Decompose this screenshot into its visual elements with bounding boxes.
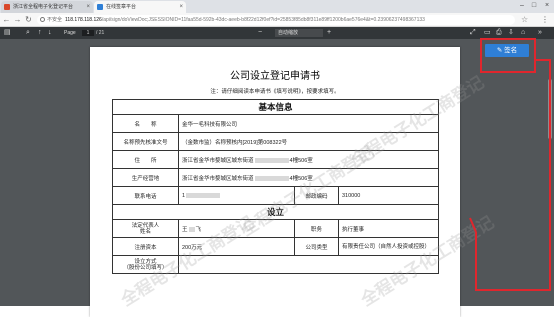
address-bar: ← → ↻ 不安全 118.178.118.126/api/sign/doView…	[0, 13, 554, 27]
capital-label: 注册资本	[112, 237, 179, 256]
zoom-in-icon[interactable]: +	[327, 27, 331, 39]
more-tools-icon[interactable]: »	[538, 27, 542, 39]
business-address-value-a: 浙江省金华市婺城区城东街道	[182, 175, 254, 182]
reload-icon[interactable]: ↻	[24, 13, 33, 26]
company-type-label: 公司类型	[294, 237, 339, 256]
phone-label: 联系电话	[112, 186, 179, 205]
representative-label: 法定代表人 姓名	[112, 219, 179, 238]
representative-value-start: 王	[182, 226, 188, 233]
redaction-block	[186, 192, 221, 198]
forward-icon[interactable]: →	[13, 13, 22, 26]
redaction-block	[254, 157, 289, 163]
document-page: 公司设立登记申请书 注：请仔细阅读本申请书《填写说明》，按要求填写。 基本信息 …	[90, 47, 497, 317]
redaction-block	[188, 226, 195, 232]
favicon-icon	[4, 4, 10, 10]
info-icon[interactable]	[40, 17, 45, 23]
search-icon[interactable]: ⌕	[26, 27, 30, 39]
duty-value: 执行董事	[337, 219, 440, 238]
document-note: 注：请仔细阅读本申请书《填写说明》，按要求填写。	[210, 89, 340, 95]
sign-button-label: 签名	[504, 47, 518, 54]
maximize-icon[interactable]: □	[528, 0, 540, 12]
next-page-icon[interactable]: ↓	[48, 27, 52, 39]
close-tab-icon[interactable]: ×	[179, 1, 183, 13]
zoom-value: 自动缩放	[278, 30, 299, 36]
approval-label: 名称预先核准文号	[112, 132, 179, 151]
table-row: 基本信息	[111, 99, 440, 115]
url-input[interactable]: 不安全 118.178.118.126/api/sign/doViewDoc;JS…	[37, 15, 515, 25]
pdf-viewer[interactable]: 公司设立登记申请书 注：请仔细阅读本申请书《填写说明》，按要求填写。 基本信息 …	[0, 39, 554, 317]
address-value-a: 浙江省金华市婺城区城东街道	[182, 157, 254, 164]
fullscreen-icon[interactable]: ⤢	[470, 27, 476, 39]
url-path: /api/sign/doViewDoc;JSESSIONID=11faa55d-…	[101, 17, 425, 23]
representative-label-line2: 姓名	[139, 228, 151, 235]
security-label: 不安全	[47, 17, 63, 23]
table-row: 注册资本 200万元 公司类型 有限责任公司（自然人投资或控股）	[112, 237, 440, 256]
document-title: 公司设立登记申请书	[230, 71, 320, 82]
page-number-input[interactable]: 1	[82, 30, 94, 36]
phone-value-text: 1	[182, 192, 186, 199]
close-window-icon[interactable]: ×	[541, 0, 553, 12]
favicon-icon	[97, 4, 103, 10]
table-row: 生产经营地 浙江省金华市婺城区城东街道 4幢506室	[112, 168, 440, 187]
sidebar-toggle-icon[interactable]: ▤	[4, 27, 11, 39]
bookmark-star-icon[interactable]: ☆	[521, 13, 528, 26]
pdf-toolbar: ▤ ⌕ ↑ ↓ Page 1 / 21 − 自动缩放 + ⤢ ▭ ⎙ ⇩ ⌂ »	[0, 27, 554, 39]
url-host: 118.178.118.126	[65, 17, 102, 23]
minimize-icon[interactable]: –	[516, 0, 528, 12]
business-address-label: 生产经营地	[112, 168, 179, 187]
address-value-b: 4幢506室	[289, 157, 313, 164]
tab-title: 在线签章平台	[106, 4, 137, 10]
address-label: 住 所	[112, 150, 179, 169]
name-label: 名 称	[112, 114, 179, 133]
zoom-out-icon[interactable]: −	[258, 27, 262, 39]
back-icon[interactable]: ←	[2, 13, 11, 26]
representative-value-end: 飞	[195, 226, 202, 233]
previous-page-icon[interactable]: ↑	[38, 27, 42, 39]
tab-registration-platform[interactable]: 浙江省全程电子化登记平台 ×	[1, 1, 93, 13]
tab-title: 浙江省全程电子化登记平台	[13, 4, 74, 10]
scrollbar[interactable]	[548, 79, 552, 139]
page-total: / 21	[96, 30, 105, 36]
duty-label: 职务	[294, 219, 339, 238]
redaction-block	[254, 175, 289, 181]
postcode-value: 310000	[337, 186, 440, 205]
sign-button[interactable]: ✎ 签名	[485, 44, 529, 57]
section-heading-basic: 基本信息	[111, 99, 440, 115]
tab-sign-platform[interactable]: 在线签章平台 ×	[94, 1, 186, 13]
pencil-icon: ✎	[496, 47, 503, 54]
table-row: 住 所 浙江省金华市婺城区城东街道 4幢506室	[112, 150, 440, 169]
address-value: 浙江省金华市婺城区城东街道 4幢506室	[177, 150, 440, 169]
tab-bar: 浙江省全程电子化登记平台 × 在线签章平台 × – □ ×	[0, 0, 554, 13]
browser-menu-icon[interactable]: ⋮	[541, 13, 549, 26]
close-tab-icon[interactable]: ×	[86, 1, 90, 13]
zoom-select[interactable]: 自动缩放	[275, 29, 323, 37]
page-label: Page	[64, 30, 76, 36]
